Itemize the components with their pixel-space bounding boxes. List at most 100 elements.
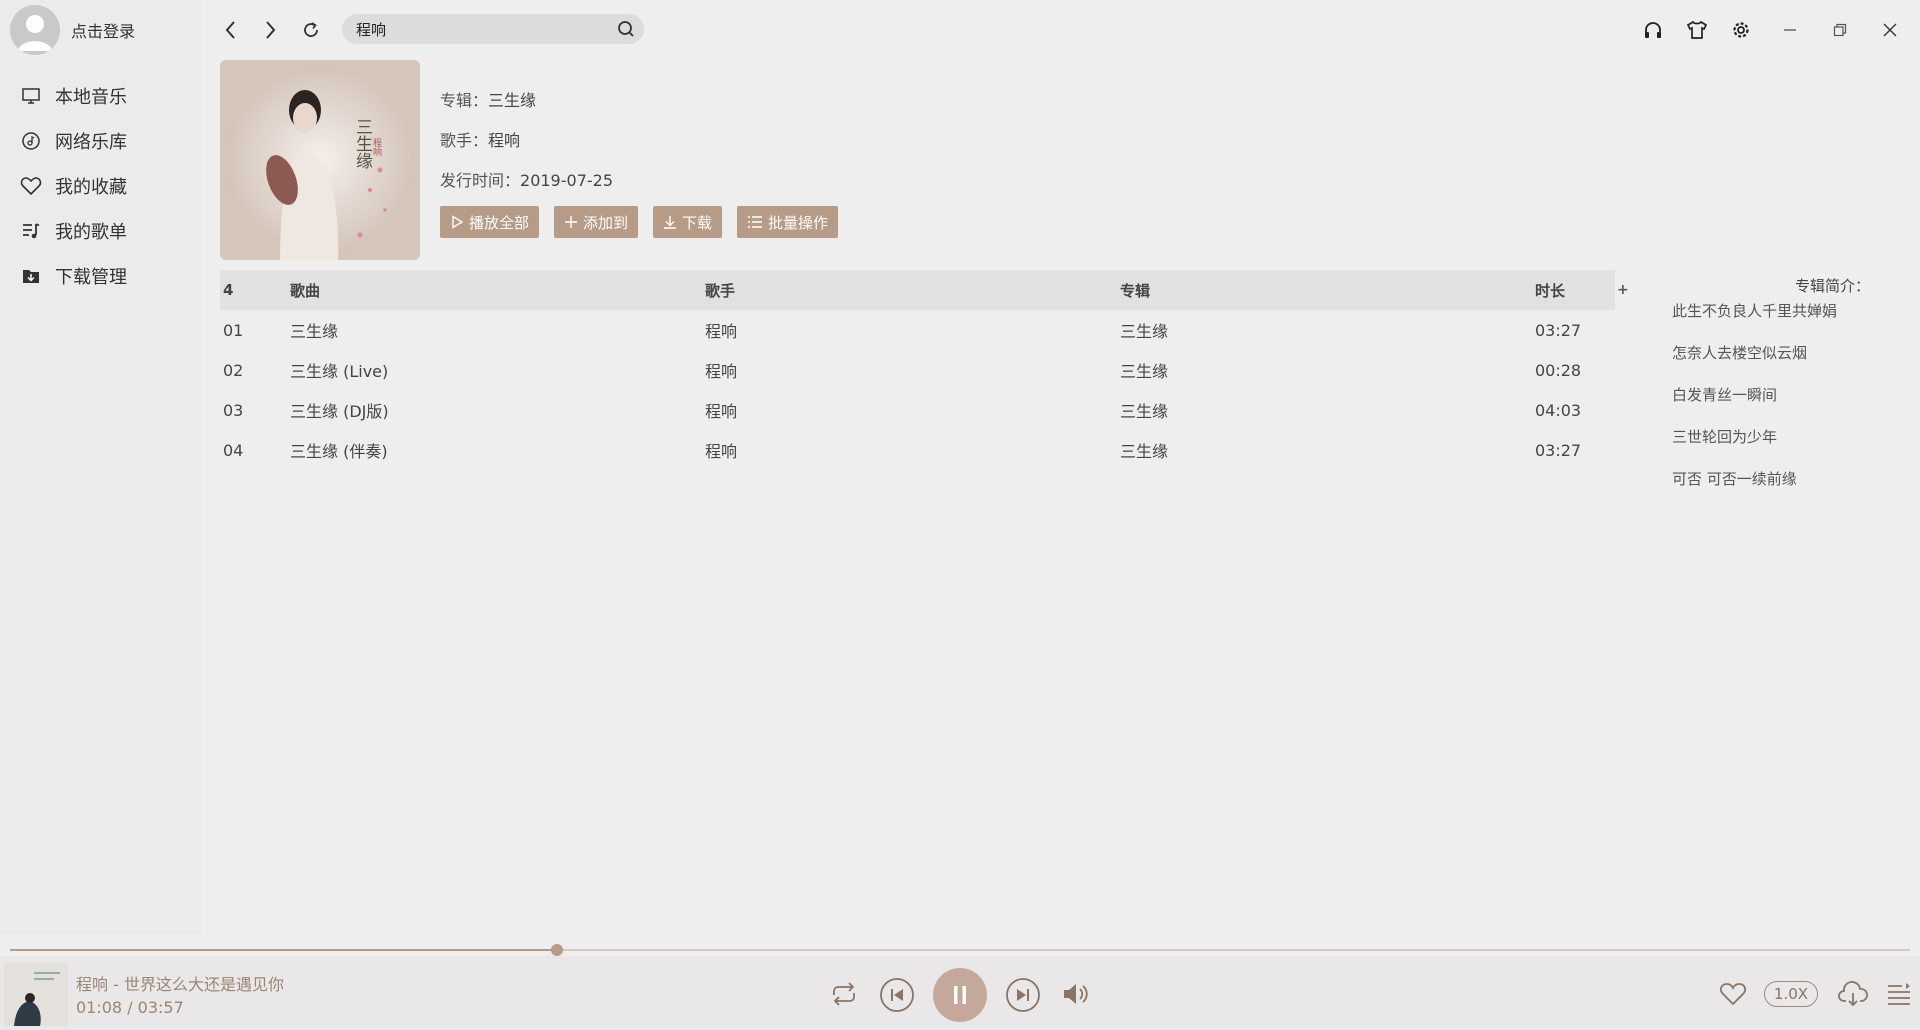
minimize-icon — [1784, 29, 1796, 31]
music-disc-icon — [20, 130, 42, 152]
avatar[interactable] — [10, 5, 60, 55]
plus-icon — [564, 215, 578, 229]
sidebar-item-download-manager[interactable]: 下载管理 — [0, 253, 201, 298]
play-all-button[interactable]: 播放全部 — [440, 206, 540, 238]
playlist-icon — [20, 220, 42, 242]
search-icon[interactable] — [617, 20, 635, 38]
table-row[interactable]: 04 三生缘 (伴奏) 程响 三生缘 03:27 — [220, 430, 1615, 470]
track-artist[interactable]: 程响 — [705, 438, 1120, 462]
release-label: 发行时间： — [440, 171, 521, 190]
track-title[interactable]: 三生缘 (伴奏) — [290, 438, 705, 462]
heart-icon — [20, 175, 42, 197]
volume-icon — [1064, 984, 1088, 1004]
minimize-button[interactable] — [1778, 18, 1802, 42]
sidebar-item-label: 我的收藏 — [55, 176, 127, 198]
sidebar-item-label: 下载管理 — [55, 266, 127, 288]
album-intro-line: 三世轮回为少年 — [1672, 428, 1778, 446]
table-row[interactable]: 02 三生缘 (Live) 程响 三生缘 00:28 — [220, 350, 1615, 390]
headphones-button[interactable] — [1641, 18, 1665, 42]
player-bar: 程响 - 世界这么大还是遇见你 01:08 / 03:57 1.0X — [0, 956, 1920, 1030]
sidebar-item-online-library[interactable]: 网络乐库 — [0, 118, 201, 163]
repeat-icon — [833, 982, 855, 1006]
next-button[interactable] — [1005, 977, 1041, 1013]
column-header-artist[interactable]: 歌手 — [705, 280, 1120, 301]
release-line: 发行时间：2019-07-25 — [440, 167, 613, 191]
artist-name[interactable]: 程响 — [488, 131, 520, 150]
album-label: 专辑： — [440, 91, 489, 110]
user-avatar-icon — [18, 15, 52, 51]
monitor-icon — [20, 85, 42, 107]
column-header-title[interactable]: 歌曲 — [290, 280, 705, 301]
release-date: 2019-07-25 — [520, 171, 613, 190]
table-row[interactable]: 03 三生缘 (DJ版) 程响 三生缘 04:03 — [220, 390, 1615, 430]
sidebar-item-label: 本地音乐 — [55, 86, 127, 108]
track-album[interactable]: 三生缘 — [1120, 398, 1535, 422]
playback-progress-bar[interactable] — [10, 944, 1910, 956]
column-header-album[interactable]: 专辑 — [1120, 280, 1535, 301]
album-name[interactable]: 三生缘 — [488, 91, 536, 110]
heart-icon — [1720, 983, 1746, 1006]
cover-artist-text: 程响 — [371, 138, 381, 156]
sidebar-item-favorites[interactable]: 我的收藏 — [0, 163, 201, 208]
album-cover: 三生缘 程响 — [220, 60, 420, 260]
track-count: 4 — [223, 281, 234, 299]
download-button[interactable]: 下载 — [653, 206, 723, 238]
track-artist[interactable]: 程响 — [705, 358, 1120, 382]
track-album[interactable]: 三生缘 — [1120, 358, 1535, 382]
download-folder-icon — [20, 265, 42, 287]
add-column-button[interactable]: + — [1617, 282, 1629, 298]
now-playing-cover[interactable] — [4, 962, 68, 1026]
cloud-download-icon — [1838, 981, 1868, 1007]
track-album[interactable]: 三生缘 — [1120, 438, 1535, 462]
chevron-left-icon — [225, 21, 235, 39]
album-actions: 播放全部 添加到 下载 批量操作 — [440, 206, 839, 238]
track-title[interactable]: 三生缘 — [290, 318, 705, 342]
table-header: 4 歌曲 歌手 专辑 时长 — [220, 270, 1615, 310]
track-album[interactable]: 三生缘 — [1120, 318, 1535, 342]
progress-fill — [10, 949, 558, 951]
forward-button[interactable] — [258, 18, 282, 42]
back-button[interactable] — [219, 18, 243, 42]
track-artist[interactable]: 程响 — [705, 318, 1120, 342]
skin-button[interactable] — [1685, 18, 1709, 42]
track-title[interactable]: 三生缘 (DJ版) — [290, 398, 705, 422]
login-area[interactable]: 点击登录 — [10, 5, 135, 55]
cloud-download-button[interactable] — [1836, 979, 1870, 1009]
close-button[interactable] — [1878, 18, 1902, 42]
settings-button[interactable] — [1729, 18, 1753, 42]
track-duration: 03:27 — [1535, 320, 1582, 340]
now-playing-cover-image — [4, 962, 68, 1026]
refresh-button[interactable] — [299, 18, 323, 42]
tshirt-icon — [1686, 20, 1708, 39]
login-link[interactable]: 点击登录 — [71, 18, 135, 42]
previous-button[interactable] — [879, 977, 915, 1013]
add-to-label: 添加到 — [583, 213, 629, 232]
track-title[interactable]: 三生缘 (Live) — [290, 358, 705, 382]
search-input[interactable] — [356, 20, 606, 38]
track-table: 4 歌曲 歌手 专辑 时长 01 三生缘 程响 三生缘 03:27 02 三生缘… — [220, 270, 1615, 470]
like-button[interactable] — [1718, 980, 1748, 1008]
batch-operation-button[interactable]: 批量操作 — [737, 206, 839, 238]
pause-button[interactable] — [933, 968, 987, 1022]
column-header-duration[interactable]: 时长 — [1535, 280, 1615, 301]
playlist-queue-button[interactable] — [1884, 980, 1914, 1008]
download-icon — [663, 215, 677, 229]
track-artist[interactable]: 程响 — [705, 398, 1120, 422]
sidebar-item-label: 我的歌单 — [55, 221, 127, 243]
track-index: 01 — [223, 320, 244, 340]
track-duration: 03:27 — [1535, 440, 1582, 460]
track-index: 02 — [223, 360, 244, 380]
album-intro-line: 怎奈人去楼空似云烟 — [1672, 344, 1808, 362]
repeat-button[interactable] — [828, 978, 860, 1010]
sidebar-item-my-playlists[interactable]: 我的歌单 — [0, 208, 201, 253]
volume-button[interactable] — [1060, 978, 1092, 1010]
top-bar — [201, 0, 1920, 60]
add-to-button[interactable]: 添加到 — [554, 206, 639, 238]
table-row[interactable]: 01 三生缘 程响 三生缘 03:27 — [220, 310, 1615, 350]
now-playing-title[interactable]: 程响 - 世界这么大还是遇见你 — [76, 971, 284, 995]
playback-speed-button[interactable]: 1.0X — [1764, 981, 1818, 1007]
track-index: 04 — [223, 440, 244, 460]
sidebar-item-local-music[interactable]: 本地音乐 — [0, 73, 201, 118]
progress-handle[interactable] — [551, 944, 564, 956]
restore-button[interactable] — [1828, 18, 1852, 42]
